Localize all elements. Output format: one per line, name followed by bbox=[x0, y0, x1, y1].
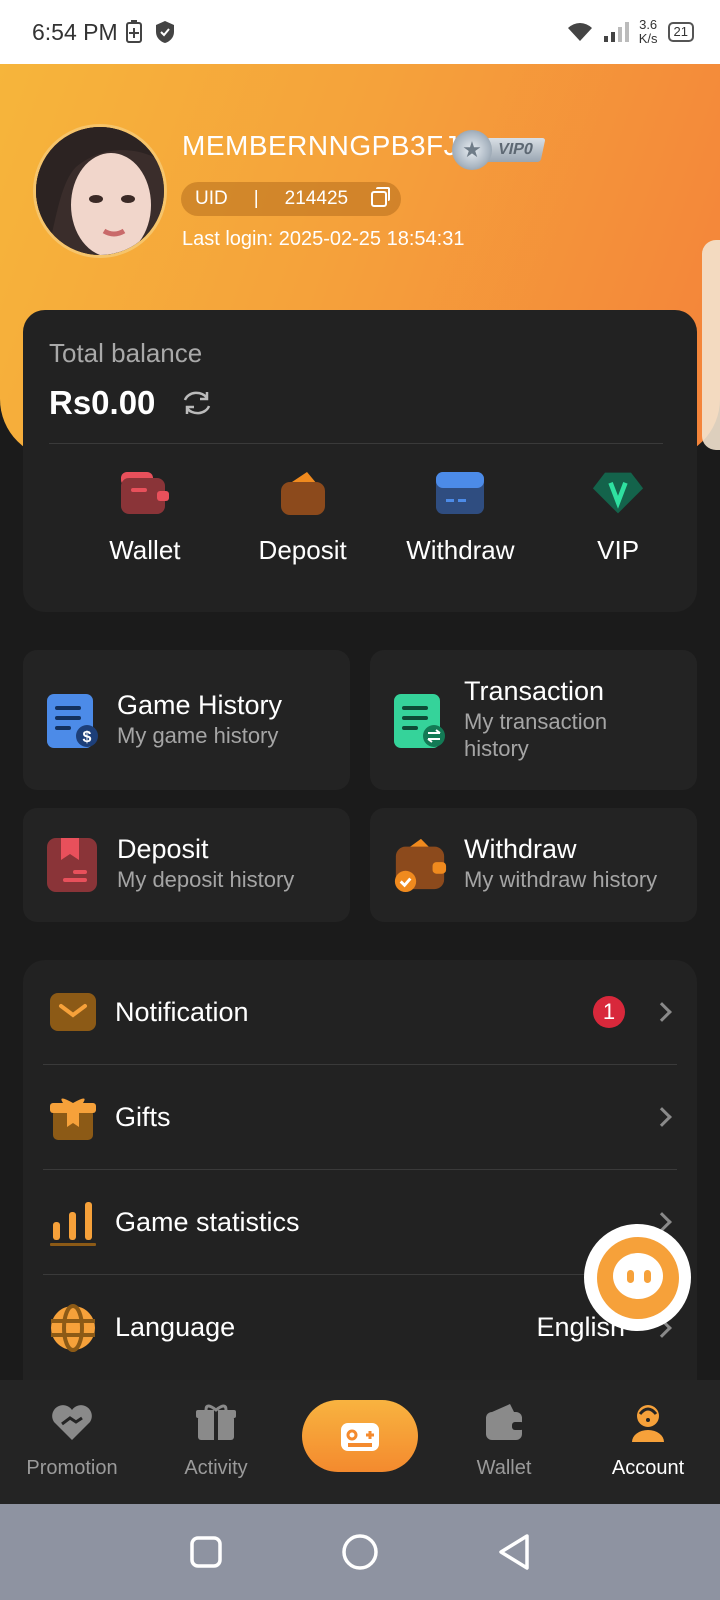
username: MEMBERNNGPB3FJ bbox=[182, 130, 459, 161]
withdraw-history-card[interactable]: Withdraw My withdraw history bbox=[370, 808, 697, 922]
tab-activity-label: Activity bbox=[184, 1457, 248, 1479]
svg-text:$: $ bbox=[83, 729, 92, 746]
tab-wallet-label: Wallet bbox=[476, 1457, 532, 1479]
withdraw-card-icon bbox=[436, 472, 485, 514]
vip-gem-icon bbox=[593, 472, 644, 514]
transaction-card[interactable]: Transaction My transaction history bbox=[370, 650, 697, 790]
withdraw-history-subtitle: My withdraw history bbox=[464, 867, 658, 892]
gamepad-icon bbox=[341, 1423, 379, 1451]
transaction-subtitle: My transaction history bbox=[464, 709, 608, 761]
bar-chart-icon bbox=[50, 1202, 96, 1246]
customer-service-button[interactable] bbox=[584, 1224, 691, 1331]
game-history-subtitle: My game history bbox=[117, 723, 279, 748]
shield-icon bbox=[155, 21, 174, 43]
vip-button[interactable]: VIP bbox=[539, 470, 697, 566]
balance-card: Total balance Rs0.00 Wallet Deposit With… bbox=[23, 310, 697, 612]
transaction-title: Transaction bbox=[464, 676, 605, 706]
gifts-label: Gifts bbox=[115, 1101, 171, 1132]
recent-apps-icon[interactable] bbox=[189, 1535, 223, 1569]
withdraw-label: Withdraw bbox=[406, 535, 515, 565]
network-speed: 3.6 K/s bbox=[639, 18, 658, 46]
last-login: Last login: 2025-02-25 18:54:31 bbox=[182, 228, 465, 250]
menu-item-gifts[interactable]: Gifts bbox=[43, 1065, 677, 1170]
net-speed-unit: K/s bbox=[638, 31, 658, 46]
uid-separator: | bbox=[253, 188, 259, 209]
wallet-tab-icon bbox=[486, 1404, 524, 1440]
balance-title: Total balance bbox=[49, 338, 203, 368]
game-history-title: Game History bbox=[117, 690, 283, 720]
refresh-icon[interactable] bbox=[181, 388, 213, 418]
menu-item-notification[interactable]: Notification 1 bbox=[43, 960, 677, 1065]
promotion-icon bbox=[52, 1405, 92, 1440]
chevron-right-icon bbox=[652, 1107, 672, 1127]
tab-activity[interactable]: Activity bbox=[144, 1380, 288, 1480]
wallet-button[interactable]: Wallet bbox=[66, 470, 224, 566]
avatar[interactable] bbox=[33, 124, 167, 258]
balance-divider bbox=[49, 443, 663, 444]
uid-pill: UID | 214425 bbox=[181, 182, 401, 216]
gift-icon bbox=[50, 1098, 96, 1140]
deposit-label: Deposit bbox=[258, 535, 347, 565]
menu-item-language[interactable]: Language English bbox=[43, 1275, 677, 1380]
vip-level-badge[interactable]: ★ VIP0 bbox=[452, 130, 546, 170]
wallet-icon bbox=[120, 472, 169, 514]
uid-label: UID bbox=[195, 188, 228, 209]
tab-games[interactable] bbox=[288, 1380, 432, 1472]
account-icon bbox=[632, 1405, 664, 1442]
star-icon: ★ bbox=[452, 130, 492, 170]
net-speed-value: 3.6 bbox=[639, 17, 658, 32]
deposit-button[interactable]: Deposit bbox=[224, 470, 382, 566]
deposit-history-subtitle: My deposit history bbox=[117, 867, 295, 892]
notification-label: Notification bbox=[115, 996, 249, 1027]
signal-icon bbox=[603, 22, 629, 42]
activity-gift-icon bbox=[196, 1404, 236, 1440]
language-label: Language bbox=[115, 1312, 236, 1342]
transaction-icon bbox=[394, 694, 445, 748]
games-button[interactable] bbox=[302, 1400, 418, 1472]
copy-icon[interactable] bbox=[371, 187, 390, 207]
withdraw-history-title: Withdraw bbox=[464, 834, 577, 864]
mail-icon bbox=[50, 993, 96, 1031]
tab-wallet[interactable]: Wallet bbox=[432, 1380, 576, 1480]
game-statistics-label: Game statistics bbox=[115, 1206, 300, 1237]
chevron-right-icon bbox=[652, 1002, 672, 1022]
menu-item-game-statistics[interactable]: Game statistics bbox=[43, 1170, 677, 1275]
quick-actions: Wallet Deposit Withdraw VIP bbox=[23, 470, 697, 566]
withdraw-history-icon bbox=[394, 838, 447, 893]
game-history-icon: $ bbox=[47, 694, 98, 748]
tab-account[interactable]: Account bbox=[576, 1380, 720, 1480]
back-icon[interactable] bbox=[497, 1533, 531, 1571]
balance-amount: Rs0.00 bbox=[49, 384, 156, 421]
deposit-history-title: Deposit bbox=[117, 834, 209, 864]
tab-account-label: Account bbox=[611, 1457, 685, 1479]
tab-promotion[interactable]: Promotion bbox=[0, 1380, 144, 1480]
uid-value: 214425 bbox=[284, 188, 349, 209]
avatar-portrait bbox=[36, 127, 164, 255]
wallet-label: Wallet bbox=[109, 535, 181, 565]
chat-bubble-icon bbox=[596, 1236, 679, 1319]
status-time: 6:54 PM bbox=[32, 18, 118, 45]
globe-icon bbox=[51, 1303, 95, 1352]
wifi-icon bbox=[567, 23, 592, 41]
game-history-card[interactable]: $ Game History My game history bbox=[23, 650, 350, 790]
bottom-tab-bar: Promotion Activity Wallet Account bbox=[0, 1380, 720, 1504]
home-icon[interactable] bbox=[341, 1533, 379, 1571]
notification-count-badge: 1 bbox=[593, 996, 625, 1028]
deposit-icon bbox=[280, 472, 325, 515]
tab-promotion-label: Promotion bbox=[26, 1457, 118, 1479]
battery-indicator: 21 bbox=[667, 22, 694, 42]
system-navigation-bar bbox=[0, 1504, 720, 1600]
deposit-history-card[interactable]: Deposit My deposit history bbox=[23, 808, 350, 922]
settings-menu: Notification 1 Gifts Game statistics Lan… bbox=[23, 960, 697, 1380]
status-bar: 6:54 PM 3.6 K/s 21 bbox=[0, 0, 720, 64]
vip-label: VIP bbox=[597, 535, 640, 565]
battery-saver-icon bbox=[125, 20, 142, 43]
withdraw-button[interactable]: Withdraw bbox=[382, 470, 540, 566]
deposit-history-icon bbox=[47, 838, 97, 892]
side-tab-handle[interactable] bbox=[702, 240, 720, 450]
